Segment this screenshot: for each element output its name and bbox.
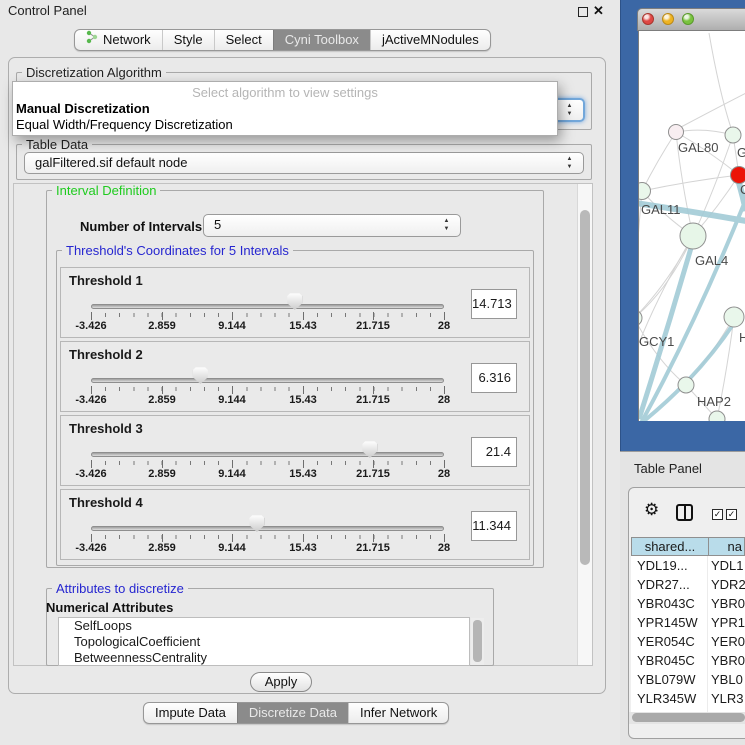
node-label-gal4: GAL4 [695,253,728,268]
threshold-4-slider-track[interactable] [91,526,444,531]
threshold-4-box: Threshold 4 -3.426 2.859 9.144 15.43 21.… [60,489,530,560]
combo-arrows-icon: ▲▼ [565,102,574,118]
table-data-title: Table Data [22,138,92,151]
node-hap2[interactable] [678,377,694,393]
checkbox-icon[interactable]: ✓ [712,509,723,520]
threshold-3-value-field[interactable]: 21.4 [471,437,517,467]
threshold-3-box: Threshold 3 -3.426 2.859 9.144 15.43 21.… [60,415,530,486]
table-row[interactable]: YBR045CYBR0 [631,651,745,670]
node-label-hap2: HAP2 [697,394,731,409]
threshold-4-value-field[interactable]: 11.344 [471,511,517,541]
close-icon[interactable]: ✕ [593,3,604,19]
split-view-icon[interactable] [676,504,693,521]
tab-jactivemnodules[interactable]: jActiveMNodules [370,30,490,50]
tab-impute-data[interactable]: Impute Data [144,703,237,723]
tab-style[interactable]: Style [162,30,214,50]
node-label-gcy1: GCY1 [639,334,674,349]
list-item[interactable]: SelfLoops [59,618,469,634]
combo-arrows-icon: ▲▼ [565,155,574,171]
threshold-3-slider-track[interactable] [91,452,444,457]
list-item[interactable]: TopologicalCoefficient [59,634,469,650]
control-panel-tabs: Network Style Select Cyni Toolbox jActiv… [74,29,491,51]
network-view-canvas[interactable]: GAL80 GA C GAL11 GAL4 GCY1 H HAP2 [638,31,745,421]
number-of-intervals-value: 5 [214,217,221,232]
table-row[interactable]: YER054CYER0 [631,632,745,651]
slider-ticks [91,461,445,465]
threshold-1-slider-track[interactable] [91,304,444,309]
node-label-gal80: GAL80 [678,140,718,155]
number-of-intervals-label: Number of Intervals [80,219,202,234]
slider-ticks [91,313,445,317]
apply-button[interactable]: Apply [250,672,312,692]
node-label-clipped-c: C [740,182,745,197]
float-window-icon[interactable] [578,7,588,17]
interval-definition-title: Interval Definition [52,184,160,197]
tab-network[interactable]: Network [75,30,162,50]
numerical-attributes-list[interactable]: SelfLoops TopologicalCoefficient Between… [58,617,470,666]
table-row[interactable]: YDL19...YDL1 [631,556,745,575]
table-row[interactable]: YLR345WYLR3 [631,689,745,708]
algorithm-dropdown-list: Select algorithm to view settings Manual… [12,81,558,136]
cyni-mode-tabs: Impute Data Discretize Data Infer Networ… [143,702,449,724]
control-panel-titlebar: Control Panel [0,0,620,22]
node-gal4[interactable] [680,223,706,249]
threshold-1-value-field[interactable]: 14.713 [471,289,517,319]
table-row[interactable]: YPR145WYPR1 [631,613,745,632]
node-h-clipped[interactable] [724,307,744,327]
attributes-group-title: Attributes to discretize [52,582,188,595]
table-panel-title: Table Panel [634,461,702,476]
threshold-coordinates-title: Threshold's Coordinates for 5 Intervals [62,244,293,257]
node-label-clipped-ga: GA [737,145,745,160]
threshold-2-value-field[interactable]: 6.316 [471,363,517,393]
threshold-2-box: Threshold 2 -3.426 2.859 9.144 15.43 21.… [60,341,530,412]
zoom-traffic-light[interactable] [682,13,694,25]
list-scrollbar-thumb[interactable] [473,620,482,662]
threshold-1-label: Threshold 1 [69,273,143,288]
tab-select[interactable]: Select [214,30,273,50]
vertical-scrollbar-thumb[interactable] [580,210,590,565]
table-row[interactable]: YBR043CYBR0 [631,594,745,613]
node-clipped-top-right[interactable] [725,127,741,143]
node-gal80[interactable] [669,125,684,140]
horizontal-scrollbar-thumb[interactable] [632,713,745,722]
table-data-combobox[interactable]: galFiltered.sif default node ▲▼ [24,152,584,174]
combo-arrows-icon: ▲▼ [442,217,451,233]
tab-cyni-toolbox[interactable]: Cyni Toolbox [273,30,370,50]
tab-discretize-data[interactable]: Discretize Data [237,703,348,723]
threshold-1-box: Threshold 1 -3.426 2.859 9.144 15.43 21.… [60,267,530,338]
table-row[interactable]: YDR27...YDR2 [631,575,745,594]
minimize-traffic-light[interactable] [662,13,674,25]
tab-infer-network[interactable]: Infer Network [348,703,448,723]
dropdown-hint: Select algorithm to view settings [13,85,557,100]
node-selected-red[interactable] [731,167,745,184]
list-item[interactable]: BetweennessCentrality [59,650,469,666]
gear-icon[interactable]: ⚙ [644,500,659,520]
numerical-attributes-label: Numerical Attributes [46,600,173,615]
node-gal11[interactable] [639,183,651,200]
threshold-2-label: Threshold 2 [69,347,143,362]
checkbox-icon[interactable]: ✓ [726,509,737,520]
window-title: Control Panel [8,0,87,22]
node-label-gal11: GAL11 [641,202,681,217]
dropdown-option-equal-width[interactable]: Equal Width/Frequency Discretization [16,117,233,132]
slider-ticks [91,535,445,539]
discretization-algorithm-title: Discretization Algorithm [22,66,166,79]
network-icon [86,30,98,50]
node-label-clipped-h: H [739,330,745,345]
close-traffic-light[interactable] [642,13,654,25]
table-data-value: galFiltered.sif default node [35,155,187,170]
column-header-name[interactable]: na [709,537,745,556]
dropdown-option-manual[interactable]: Manual Discretization [16,101,150,116]
slider-ticks [91,387,445,391]
threshold-4-label: Threshold 4 [69,495,143,510]
table-row[interactable]: YBL079WYBL0 [631,670,745,689]
number-of-intervals-combobox[interactable]: 5 ▲▼ [203,214,461,237]
threshold-3-label: Threshold 3 [69,421,143,436]
column-header-shared-name[interactable]: shared... [631,537,709,556]
node-table[interactable]: YDL19...YDL1 YDR27...YDR2 YBR043CYBR0 YP… [631,556,745,712]
threshold-2-slider-track[interactable] [91,378,444,383]
